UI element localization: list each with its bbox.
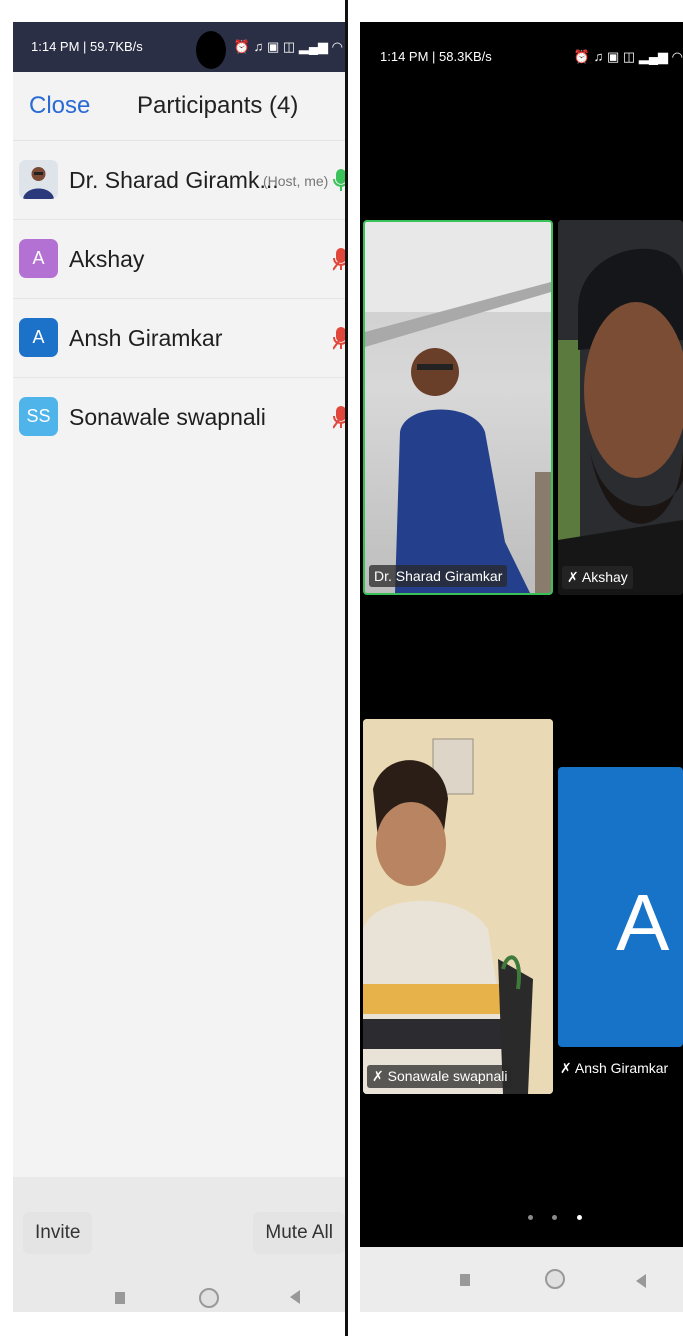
status-time: 1:14 PM | 59.7KB/s	[31, 39, 143, 54]
mic-muted-icon: ✗	[560, 1060, 575, 1076]
video-tile[interactable]: ✗ Sonawale swapnali	[363, 719, 553, 1094]
status-time: 1:14 PM | 58.3KB/s	[380, 49, 492, 64]
page-indicator[interactable]	[528, 1207, 597, 1225]
participants-header: Close Participants (4)	[13, 72, 345, 140]
camera-cutout	[196, 31, 226, 69]
video-tile[interactable]: Dr. Sharad Giramkar	[363, 220, 553, 595]
video-gallery-panel: 1:14 PM | 58.3KB/s ⏰ ♫ ▣ ◫ ▂▄▆ ◠ Dr. Sha…	[360, 22, 683, 1312]
participant-row[interactable]: SS Sonawale swapnali	[13, 377, 345, 456]
close-button[interactable]: Close	[29, 92, 90, 120]
page-dot[interactable]	[552, 1215, 558, 1220]
android-nav-bar	[360, 1247, 683, 1312]
avatar: A	[19, 318, 58, 357]
back-icon[interactable]	[290, 1290, 300, 1304]
back-icon[interactable]	[636, 1274, 646, 1288]
person-video-icon	[363, 719, 553, 1094]
tile-name-label: ✗ Akshay	[562, 566, 633, 589]
tile-name: Sonawale swapnali	[387, 1068, 508, 1084]
video-tile[interactable]: ✗ Akshay	[558, 220, 683, 595]
participant-role: (Host, me)	[263, 173, 329, 189]
participant-name: Akshay	[69, 246, 145, 272]
divider	[345, 0, 348, 1336]
avatar-initial: A	[616, 878, 670, 967]
home-icon[interactable]	[545, 1269, 565, 1289]
avatar: SS	[19, 397, 58, 436]
person-video-icon	[365, 222, 551, 593]
person-photo-icon	[19, 160, 58, 199]
avatar: A	[19, 239, 58, 278]
page-dot-active[interactable]	[576, 1215, 582, 1220]
status-bar: 1:14 PM | 59.7KB/s ⏰ ♫ ▣ ◫ ▂▄▆ ◠	[13, 22, 345, 72]
mic-muted-icon[interactable]	[333, 325, 345, 351]
participant-name: Ansh Giramkar	[69, 325, 223, 351]
participant-name: Sonawale swapnali	[69, 404, 266, 430]
participants-footer: Invite Mute All	[13, 1177, 345, 1312]
recents-icon[interactable]	[460, 1274, 470, 1286]
mic-muted-icon: ✗	[372, 1068, 388, 1084]
mute-all-button[interactable]: Mute All	[253, 1212, 345, 1254]
participant-list: Dr. Sharad Giramk... (Host, me) A Akshay	[13, 140, 345, 456]
tile-name: Ansh Giramkar	[574, 1060, 669, 1076]
tile-name-label: ✗ Ansh Giramkar	[560, 1060, 668, 1077]
participant-row[interactable]: A Ansh Giramkar	[13, 298, 345, 377]
invite-button[interactable]: Invite	[23, 1212, 93, 1254]
tile-name-label: ✗ Sonawale swapnali	[367, 1065, 513, 1088]
person-video-icon	[558, 220, 683, 595]
avatar-initials: SS	[26, 406, 51, 426]
participants-panel: 1:14 PM | 59.7KB/s ⏰ ♫ ▣ ◫ ▂▄▆ ◠ Close P…	[13, 22, 345, 1312]
status-icons: ⏰ ♫ ▣ ◫ ▂▄▆ ◠	[573, 49, 683, 64]
tile-name: Akshay	[581, 569, 628, 585]
avatar-initials: A	[32, 327, 45, 347]
participant-row[interactable]: Dr. Sharad Giramk... (Host, me)	[13, 140, 345, 219]
home-icon[interactable]	[199, 1288, 219, 1308]
tile-name-label: Dr. Sharad Giramkar	[369, 565, 508, 587]
video-tile[interactable]: A	[558, 767, 683, 1047]
participant-row[interactable]: A Akshay	[13, 219, 345, 298]
recents-icon[interactable]	[115, 1292, 125, 1304]
page-title: Participants (4)	[137, 92, 299, 119]
status-bar: 1:14 PM | 58.3KB/s ⏰ ♫ ▣ ◫ ▂▄▆ ◠	[360, 22, 683, 92]
android-nav-bar	[13, 1288, 345, 1312]
mic-muted-icon: ✗	[567, 569, 582, 585]
avatar	[19, 160, 58, 199]
avatar-initials: A	[32, 248, 45, 268]
page-dot[interactable]	[528, 1215, 533, 1220]
status-icons: ⏰ ♫ ▣ ◫ ▂▄▆ ◠	[233, 39, 343, 54]
mic-on-icon[interactable]	[333, 167, 345, 193]
mic-muted-icon[interactable]	[333, 404, 345, 430]
mic-muted-icon[interactable]	[333, 246, 345, 272]
participant-name: Dr. Sharad Giramk...	[69, 167, 279, 193]
